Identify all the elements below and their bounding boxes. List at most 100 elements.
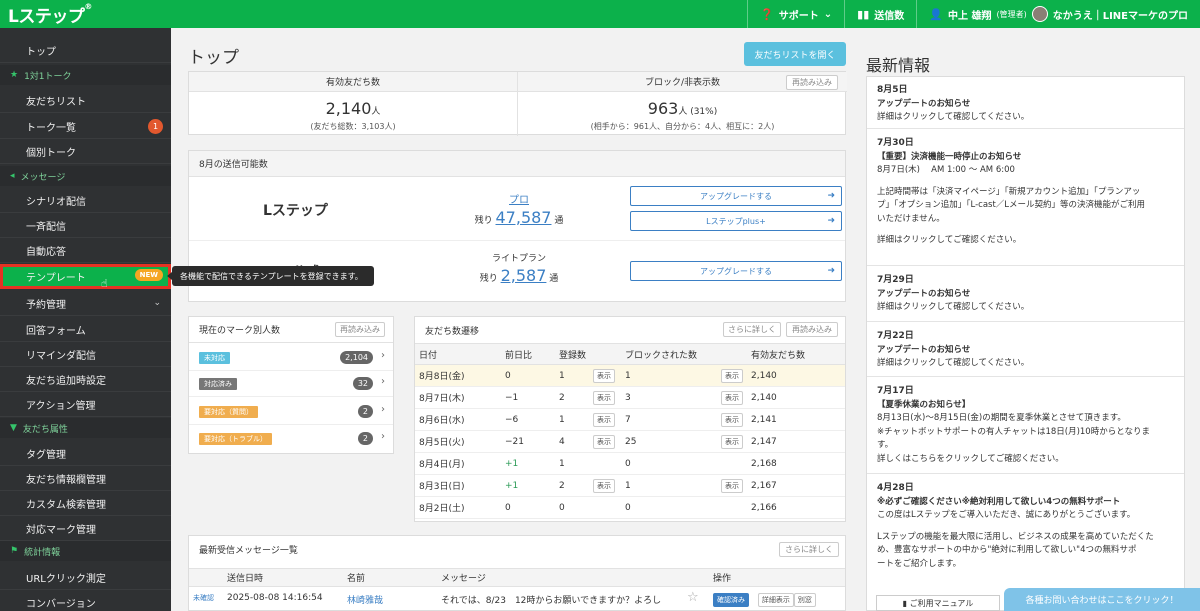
news-title-text: 【夏季休業のお知らせ】 [877, 399, 971, 410]
sidebar-item-auto-reply[interactable]: 自動応答 [0, 238, 171, 263]
friend-stats-card: 有効友だち数 2,140人 (友だち総数：3,103人) ブロック/非表示数 9… [188, 71, 847, 136]
sidebar-item-friends-list[interactable]: 友だちリスト [0, 88, 171, 113]
lstep-plus-button[interactable]: Lステップplus+ ➜ [630, 211, 842, 231]
trend-registrations: 1 [559, 458, 565, 469]
sidebar-item-broadcast[interactable]: 一斉配信 [0, 213, 171, 238]
sidebar-item-talk-list[interactable]: トーク一覧 1 [0, 114, 171, 139]
sidebar-item-reservation[interactable]: 予約管理 ⌄ [0, 291, 171, 316]
show-button[interactable]: 表示 [721, 434, 743, 449]
trend-diff: −6 [501, 408, 555, 431]
news-item[interactable]: 4月28日 ※必ずご確認ください※絶対利用して欲しい4つの無料サポート この度は… [867, 475, 1184, 585]
trend-diff: +1 [501, 452, 555, 475]
sidebar-item-template[interactable]: テンプレート NEW [0, 264, 171, 289]
friend-trend-table: 日付 前日比 登録数 ブロックされた数 有効友だち数 8月8日(金) 0 1 表示 1 表… [415, 343, 845, 519]
show-button[interactable]: 表示 [593, 368, 615, 383]
trend-active: 2,147 [747, 430, 845, 453]
template-tooltip: 各機能で配信できるテンプレートを登録できます。 [167, 266, 374, 286]
user-menu[interactable]: 👤 中上 雄翔 (管理者) なかうえ｜LINEマーケのプロ [916, 0, 1200, 28]
mark-reload-button[interactable]: 再読み込み [335, 322, 385, 337]
trend-date: 8月8日(金) [415, 364, 501, 387]
sidebar-item-label: 対応マーク管理 [26, 524, 96, 536]
sidebar-item-action[interactable]: アクション管理 [0, 392, 171, 417]
chevron-right-icon: › [381, 350, 385, 361]
news-body: 詳細はクリックして確認してください。 [877, 112, 1030, 122]
trend-more-button[interactable]: さらに詳しく [723, 322, 781, 337]
show-button[interactable]: 表示 [593, 412, 615, 427]
trend-reload-button[interactable]: 再読み込み [786, 322, 838, 337]
sidebar-item-tags[interactable]: タグ管理 [0, 441, 171, 466]
user-icon: 👤 [929, 7, 943, 21]
show-button[interactable]: 表示 [593, 390, 615, 405]
chevron-down-icon: ⌄ [153, 298, 161, 308]
pro-plan-link[interactable]: プロ [509, 195, 529, 206]
star-icon: ★ [10, 70, 19, 80]
manual-button[interactable]: ▮ ご利用マニュアル [876, 595, 1000, 611]
confirmed-button[interactable]: 確認済み [713, 593, 749, 607]
sidebar-item-label: URLクリック測定 [26, 573, 106, 585]
sidebar-item-label: 一斉配信 [26, 221, 66, 233]
sender-name-link[interactable]: 林崎雅哉 [347, 596, 383, 606]
trend-registrations: 2 [559, 480, 565, 491]
sidebar-item-top[interactable]: トップ [0, 38, 171, 63]
send-count-link[interactable]: ▮▮ 送信数 [844, 0, 916, 28]
sidebar-item-conversion[interactable]: コンバージョン [0, 590, 171, 611]
light-plan-label: ライトプラン [491, 254, 546, 264]
sidebar-item-marks[interactable]: 対応マーク管理 [0, 516, 171, 541]
mark-row[interactable]: 未対応 2,104 › [189, 345, 393, 371]
unit-label: 通 [554, 216, 564, 226]
star-icon[interactable]: ☆ [687, 590, 699, 605]
sidebar-item-label: 予約管理 [26, 299, 66, 311]
mark-count: 2 [357, 432, 373, 445]
upgrade-button[interactable]: アップグレードする ➜ [630, 186, 842, 206]
news-body: 詳細はクリックして確認してください。 [877, 358, 1030, 368]
sidebar-item-reminder[interactable]: リマインダ配信 [0, 342, 171, 367]
show-button[interactable]: 表示 [593, 478, 615, 493]
news-body: プ」「オプション追加」「L-cast／Lメール契約」等の決済機能がご利用 [877, 200, 1146, 210]
show-button[interactable]: 表示 [721, 478, 743, 493]
sidebar-item-scenario[interactable]: シナリオ配信 [0, 188, 171, 213]
show-button[interactable]: 表示 [721, 390, 743, 405]
sidebar-item-label: 回答フォーム [26, 325, 86, 337]
sidebar-item-friend-add-settings[interactable]: 友だち追加時設定 [0, 367, 171, 392]
mark-row[interactable]: 要対応（質問） 2 › [189, 399, 393, 425]
detail-button[interactable]: 詳細表示 [757, 593, 794, 607]
sidebar-item-answer-form[interactable]: 回答フォーム [0, 317, 171, 342]
show-button[interactable]: 表示 [721, 368, 743, 383]
news-item[interactable]: 8月5日 アップデートのお知らせ 詳細はクリックして確認してください。 [867, 77, 1184, 129]
show-button[interactable]: 表示 [593, 434, 615, 449]
table-row: 8月3日(日) +1 2 表示 1 表示 2,167 [415, 474, 845, 497]
messages-more-button[interactable]: さらに詳しく [779, 542, 839, 557]
news-item[interactable]: 7月30日 【重要】決済機能一時停止のお知らせ 8月7日(木) AM 1:00 … [867, 130, 1184, 266]
news-body: め、豊富なサポートの中から"絶対に利用して欲しい"4つの無料サポ [877, 545, 1137, 555]
news-item[interactable]: 7月22日 アップデートのお知らせ 詳細はクリックして確認してください。 [867, 323, 1184, 377]
contact-help-button[interactable]: 各種お問い合わせはここをクリック！ [1004, 588, 1200, 611]
news-date: 7月17日 [877, 386, 914, 396]
app-logo[interactable]: Lステップ® [8, 2, 92, 27]
chevron-down-icon: ⌄ [823, 8, 833, 20]
news-item[interactable]: 7月17日 【夏季休業のお知らせ】 8月13日(水)〜8月15日(金)の期間を夏… [867, 378, 1184, 474]
lstep-remaining: 47,587 [495, 208, 552, 227]
reload-button[interactable]: 再読み込み [786, 75, 838, 90]
sidebar-item-friend-info[interactable]: 友だち情報欄管理 [0, 466, 171, 491]
open-friends-list-button[interactable]: 友だちリストを開く [744, 42, 846, 66]
remaining-label: 残り [479, 274, 498, 284]
top-header: Lステップ® ❓ サポート ⌄ ▮▮ 送信数 👤 中上 雄翔 (管理者) なかう… [0, 0, 1200, 28]
trend-active: 2,141 [747, 408, 845, 431]
mark-row[interactable]: 対応済み 32 › [189, 371, 393, 397]
line-upgrade-button[interactable]: アップグレードする ➜ [630, 261, 842, 281]
show-button[interactable]: 表示 [721, 412, 743, 427]
support-label: サポート [778, 10, 819, 22]
new-window-button[interactable]: 別窓 [793, 593, 816, 607]
support-menu[interactable]: ❓ サポート ⌄ [747, 0, 844, 28]
trend-diff: 0 [501, 496, 555, 519]
sidebar-item-individual-talk[interactable]: 個別トーク [0, 139, 171, 164]
news-item[interactable]: 7月29日 アップデートのお知らせ 詳細はクリックして確認してください。 [867, 267, 1184, 322]
chevron-right-icon: › [381, 431, 385, 442]
trend-active: 2,167 [747, 474, 845, 497]
sidebar-item-custom-search[interactable]: カスタム検索管理 [0, 491, 171, 516]
table-row: 8月6日(水) −6 1 表示 7 表示 2,141 [415, 408, 845, 431]
sidebar-item-url-click[interactable]: URLクリック測定 [0, 565, 171, 590]
book-icon: ▮ [902, 598, 908, 608]
trend-blocked: 25 [625, 436, 637, 447]
mark-row[interactable]: 要対応（トラブル） 2 › [189, 426, 393, 452]
